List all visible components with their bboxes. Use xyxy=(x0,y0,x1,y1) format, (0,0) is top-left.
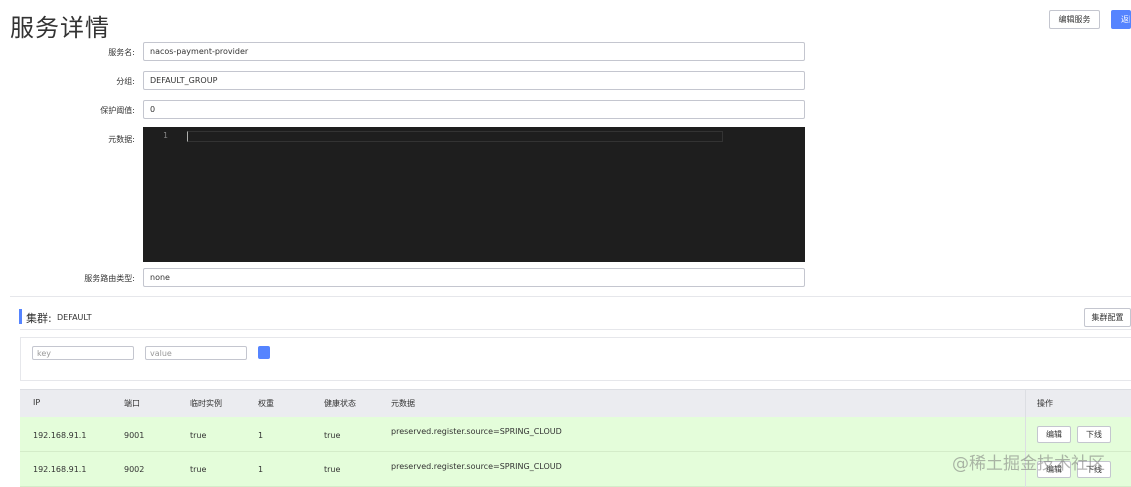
editor-active-line xyxy=(187,131,723,142)
back-button[interactable]: 返回 xyxy=(1111,10,1131,29)
cluster-title: 集群: xyxy=(26,312,52,325)
cluster-accent-bar xyxy=(19,309,22,324)
edit-instance-button[interactable]: 编辑 xyxy=(1037,426,1071,443)
filter-key-input[interactable]: key xyxy=(32,346,134,360)
route-type-label: 服务路由类型: xyxy=(84,274,135,283)
th-port: 端口 xyxy=(124,399,140,408)
cell-metadata: preserved.register.source=SPRING_CLOUD xyxy=(391,462,562,471)
cell-weight: 1 xyxy=(258,465,264,474)
cell-metadata: preserved.register.source=SPRING_CLOUD xyxy=(391,427,562,436)
instances-table-header xyxy=(20,389,1131,417)
cell-ip: 192.168.91.1 xyxy=(33,431,87,440)
cell-ip: 192.168.91.1 xyxy=(33,465,87,474)
cell-ephemeral: true xyxy=(190,431,207,440)
th-weight: 权重 xyxy=(258,399,274,408)
page-title: 服务详情 xyxy=(10,14,110,42)
cell-ephemeral: true xyxy=(190,465,207,474)
service-name-label: 服务名: xyxy=(108,48,135,57)
th-ip: IP xyxy=(33,398,41,407)
th-operation: 操作 xyxy=(1037,399,1053,408)
cluster-config-button[interactable]: 集群配置 xyxy=(1084,308,1131,327)
edit-service-button[interactable]: 编辑服务 xyxy=(1049,10,1100,29)
section-divider xyxy=(10,296,1131,297)
cell-health: true xyxy=(324,465,341,474)
filter-value-input[interactable]: value xyxy=(145,346,247,360)
filter-add-button[interactable] xyxy=(258,346,270,359)
offline-instance-button[interactable]: 下线 xyxy=(1077,426,1111,443)
group-input[interactable]: DEFAULT_GROUP xyxy=(143,71,805,90)
cluster-name: DEFAULT xyxy=(57,313,92,322)
service-name-input[interactable]: nacos-payment-provider xyxy=(143,42,805,61)
table-row xyxy=(20,417,1131,452)
threshold-label: 保护阈值: xyxy=(100,106,135,115)
route-type-input[interactable]: none xyxy=(143,268,805,287)
cell-port: 9001 xyxy=(124,431,145,440)
cluster-underline xyxy=(20,329,1131,330)
cell-port: 9002 xyxy=(124,465,145,474)
cell-weight: 1 xyxy=(258,431,264,440)
metadata-editor[interactable]: 1 xyxy=(143,127,805,262)
group-label: 分组: xyxy=(116,77,135,86)
metadata-label: 元数据: xyxy=(108,135,135,144)
cell-health: true xyxy=(324,431,341,440)
line-number: 1 xyxy=(163,131,168,140)
th-metadata: 元数据 xyxy=(391,399,415,408)
th-ephemeral: 临时实例 xyxy=(190,399,222,408)
th-health: 健康状态 xyxy=(324,399,356,408)
threshold-input[interactable]: 0 xyxy=(143,100,805,119)
watermark: @稀土掘金技术社区 xyxy=(952,454,1105,474)
